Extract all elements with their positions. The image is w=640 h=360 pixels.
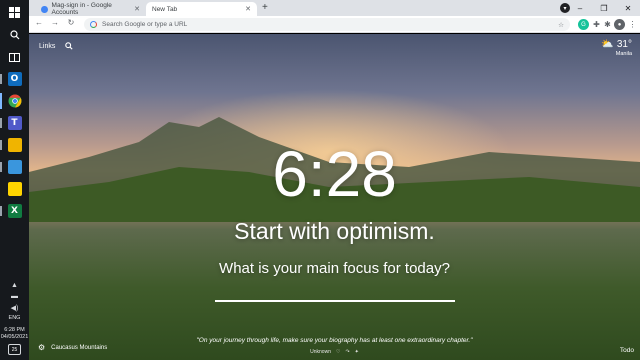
quote-meta: Unknown ♡ ↷ ✦	[29, 349, 640, 355]
tab-google-accounts[interactable]: Mag-sign in - Google Accounts ✕	[35, 2, 146, 16]
reload-button[interactable]: ↻	[65, 18, 77, 27]
excel-icon: X	[7, 204, 22, 218]
more-menu-icon[interactable]: ⋮	[627, 19, 638, 30]
close-icon[interactable]: ✕	[245, 5, 251, 13]
links-label[interactable]: Links	[39, 43, 55, 50]
todo-button[interactable]: Todo	[620, 347, 634, 354]
weather-temperature: 31°	[616, 39, 632, 50]
minimize-button[interactable]: –	[568, 0, 592, 16]
maximize-button[interactable]: ❐	[592, 0, 616, 16]
profile-avatar[interactable]: ●	[614, 19, 625, 30]
clock-date[interactable]: 04/05/2021	[1, 334, 29, 341]
chevron-down-icon: ▾	[563, 5, 567, 12]
weather-widget[interactable]: ⛅ 31° Manila	[601, 39, 632, 57]
taskbar-app-outlook[interactable]: O	[0, 68, 29, 90]
quote-text: "On your journey through life, make sure…	[196, 337, 473, 344]
task-view-button[interactable]	[0, 46, 29, 68]
search-icon	[9, 30, 19, 40]
windows-logo-icon	[9, 6, 20, 18]
browser-toolbar: ← → ↻ Search Google or type a URL ☆ G ✚ …	[29, 16, 640, 33]
tab-strip: Mag-sign in - Google Accounts ✕ New Tab …	[29, 0, 640, 16]
taskbar-app-sticky-notes[interactable]	[0, 178, 29, 200]
tab-title: New Tab	[152, 5, 178, 13]
teams-icon: T	[7, 116, 22, 130]
network-icon[interactable]: ▬	[11, 291, 18, 302]
chevron-up-icon[interactable]: ▲	[11, 280, 18, 291]
notification-center-button[interactable]: 25	[8, 344, 21, 355]
greeting: Start with optimism.	[234, 218, 435, 244]
heart-icon[interactable]: ♡	[336, 349, 340, 355]
forward-button[interactable]: →	[49, 18, 61, 27]
chrome-icon	[8, 94, 21, 108]
tab-new-tab[interactable]: New Tab ✕	[146, 2, 257, 16]
window-close-button[interactable]: ✕	[616, 0, 640, 16]
extensions-puzzle-icon[interactable]: ✱	[602, 19, 613, 30]
new-tab-button[interactable]: +	[262, 2, 268, 13]
extension-icon[interactable]: ✚	[591, 19, 602, 30]
chrome-window: Mag-sign in - Google Accounts ✕ New Tab …	[29, 0, 640, 360]
language-indicator[interactable]: ENG	[9, 315, 21, 322]
new-tab-page: Links ⛅ 31° Manila 6:28 Start with optim…	[29, 34, 640, 360]
windows-taskbar: O T X ▲ ▬ ◀) ENG 6:28 PM 04/05/2021 25	[0, 0, 29, 360]
search-icon[interactable]	[65, 42, 73, 50]
address-bar[interactable]: Search Google or type a URL ☆	[84, 18, 570, 31]
focus-question: What is your main focus for today?	[219, 260, 450, 277]
back-button[interactable]: ←	[33, 18, 45, 27]
search-button[interactable]	[0, 24, 29, 46]
taskbar-app-teams[interactable]: T	[0, 112, 29, 134]
links-menu[interactable]: Links	[39, 42, 73, 50]
notification-count: 25	[11, 346, 18, 353]
taskbar-app-excel[interactable]: X	[0, 200, 29, 222]
system-tray: ▲ ▬ ◀) ENG 6:28 PM 04/05/2021 25	[0, 280, 29, 360]
taskbar-app-chrome[interactable]	[0, 90, 29, 112]
tab-title: Mag-sign in - Google Accounts	[51, 2, 112, 16]
grammarly-extension-icon[interactable]: G	[578, 19, 589, 30]
sticky-notes-icon	[7, 182, 22, 196]
photos-icon	[7, 138, 22, 152]
weather-location: Manila	[615, 51, 632, 57]
document-icon	[7, 160, 22, 174]
twitter-icon[interactable]: ✦	[355, 349, 359, 355]
google-icon	[90, 21, 97, 28]
focus-input[interactable]	[215, 286, 455, 302]
quote-author: Unknown	[310, 349, 331, 355]
taskbar-app-photos[interactable]	[0, 134, 29, 156]
clock-time[interactable]: 6:28 PM	[4, 327, 24, 334]
partly-cloudy-icon: ⛅	[601, 39, 614, 50]
outlook-icon: O	[7, 72, 22, 86]
taskbar-app-word[interactable]	[0, 156, 29, 178]
clock: 6:28	[272, 138, 397, 210]
task-view-icon	[9, 52, 20, 62]
google-favicon-icon	[41, 5, 48, 13]
bookmark-star-icon[interactable]: ☆	[558, 21, 564, 29]
close-icon[interactable]: ✕	[134, 5, 140, 13]
volume-icon[interactable]: ◀)	[11, 302, 19, 313]
start-button[interactable]	[0, 0, 29, 24]
address-bar-placeholder: Search Google or type a URL	[102, 21, 188, 28]
skip-icon[interactable]: ↷	[345, 349, 349, 355]
